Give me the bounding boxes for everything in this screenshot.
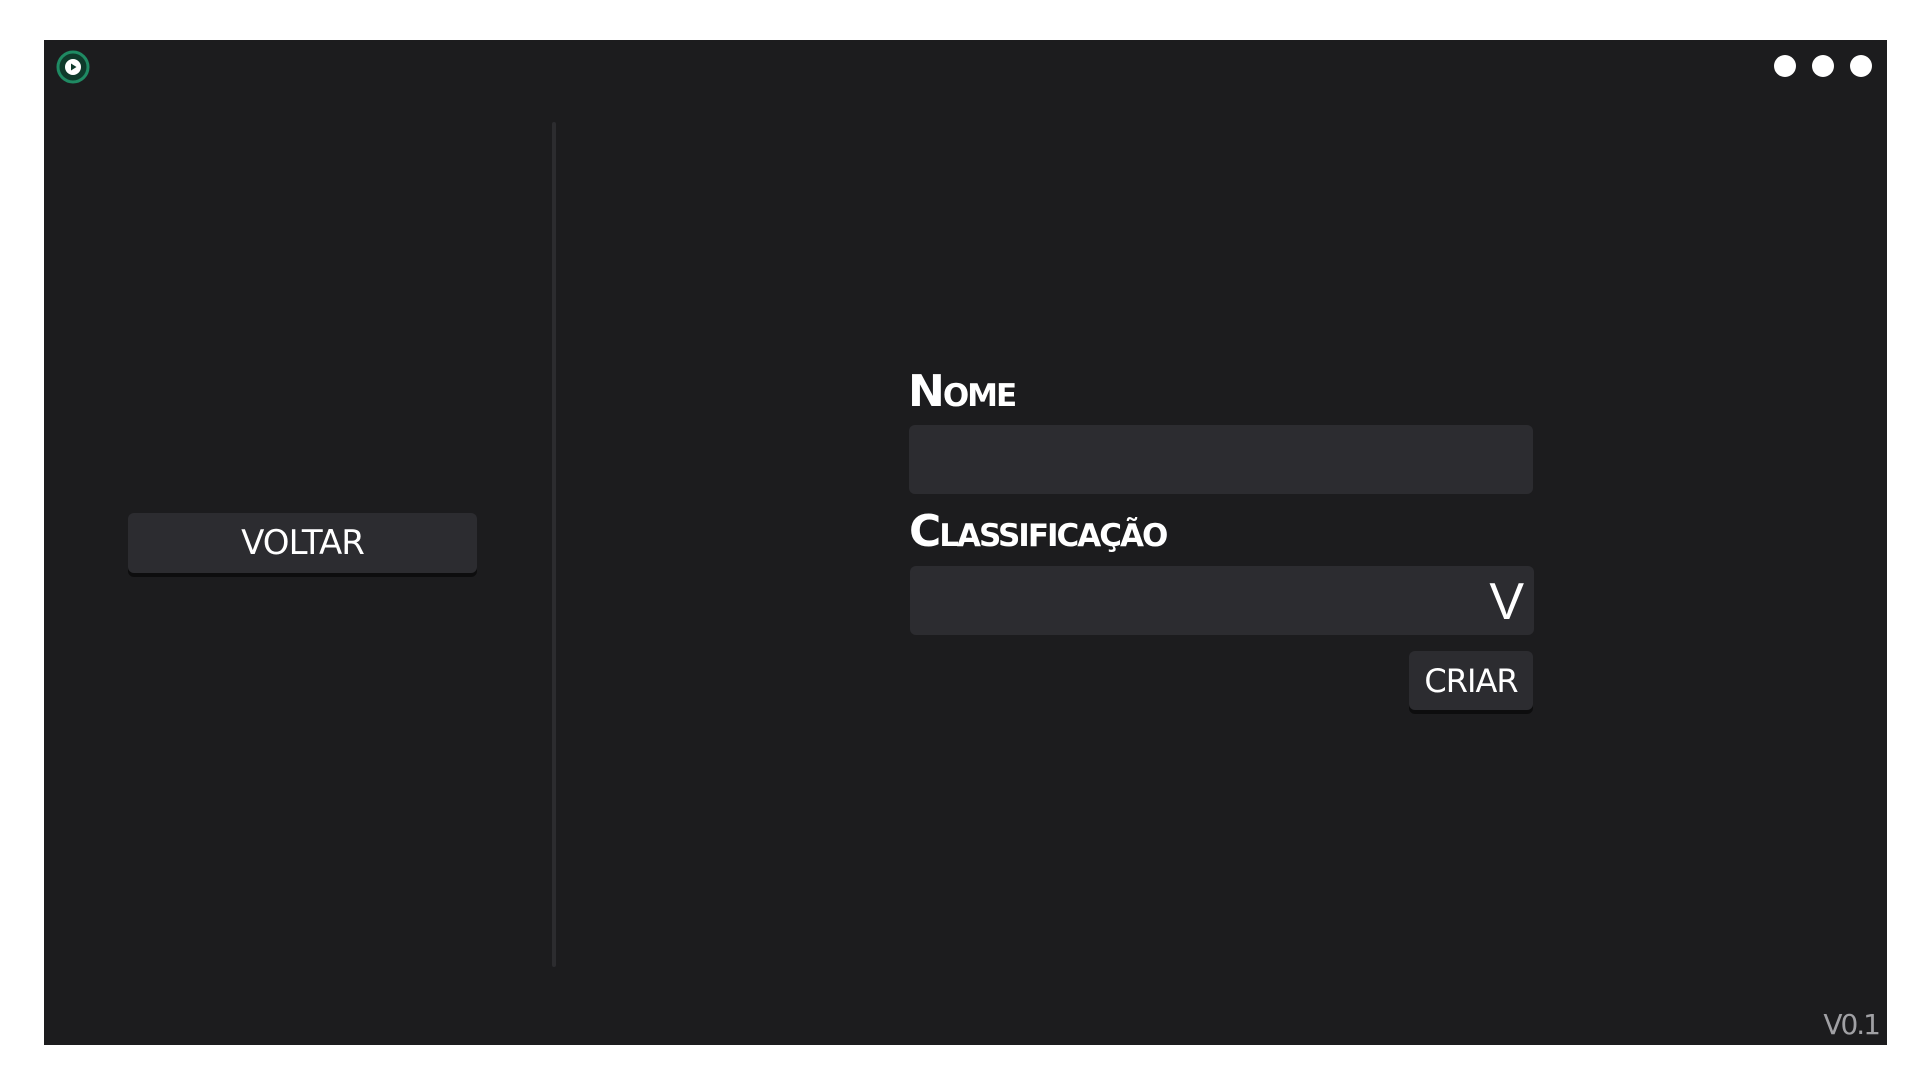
name-label: Nome: [908, 366, 1017, 417]
window-control-dot-icon[interactable]: [1812, 55, 1834, 77]
window-control-dot-icon[interactable]: [1850, 55, 1872, 77]
name-input[interactable]: [909, 425, 1533, 494]
vertical-divider: [552, 122, 556, 967]
classification-select[interactable]: V: [910, 566, 1534, 635]
back-button[interactable]: VOLTAR: [128, 513, 477, 573]
window-control-dot-icon[interactable]: [1774, 55, 1796, 77]
version-label: V0.1: [1823, 1008, 1881, 1041]
window-controls: [1774, 55, 1872, 77]
play-circle-icon: [56, 50, 90, 84]
app-window: VOLTAR Nome Classificação V CRIAR V0.1: [44, 40, 1887, 1045]
chevron-down-icon[interactable]: V: [1489, 572, 1524, 632]
create-button[interactable]: CRIAR: [1409, 651, 1533, 710]
classification-label: Classificação: [909, 506, 1168, 557]
